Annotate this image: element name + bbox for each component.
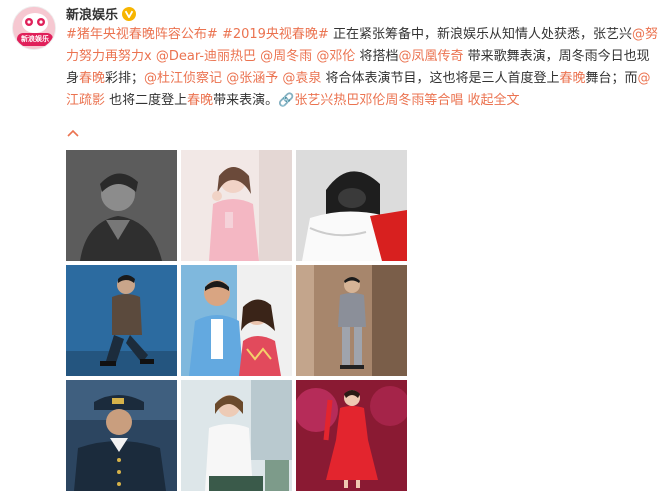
- mention-link[interactable]: @Dear-迪丽热巴: [156, 49, 256, 64]
- photo-1[interactable]: [66, 150, 177, 261]
- account-name[interactable]: 新浪娱乐: [66, 4, 118, 23]
- collapse-icon[interactable]: [66, 126, 86, 144]
- hashtag-link[interactable]: #猪年央视春晚阵容公布#: [66, 27, 218, 42]
- post-text-fragment: 正在紧张筹备中，新浪娱乐从知情人处获悉，张艺兴: [328, 27, 632, 42]
- photo-4[interactable]: [66, 265, 177, 376]
- post-text-fragment: 将合体表演节目，这也将是三人首度登上: [321, 71, 560, 86]
- mention-link[interactable]: @凤凰传奇: [398, 49, 463, 64]
- photo-5[interactable]: [181, 265, 292, 376]
- hashtag-link[interactable]: #2019央视春晚#: [222, 27, 329, 42]
- account-header: 新浪娱乐: [66, 4, 137, 23]
- account-avatar[interactable]: 新浪娱乐: [12, 6, 56, 50]
- collapse-full-text-link[interactable]: 收起全文: [468, 93, 520, 108]
- video-link[interactable]: 🔗张艺兴热巴邓伦周冬雨等合唱: [278, 93, 463, 108]
- photo-9[interactable]: [296, 380, 407, 491]
- photo-6[interactable]: [296, 265, 407, 376]
- post-text-fragment: 带来表演。: [213, 93, 279, 108]
- chevron-up-icon[interactable]: [66, 127, 80, 141]
- post-text: #猪年央视春晚阵容公布# #2019央视春晚# 正在紧张筹备中，新浪娱乐从知情人…: [66, 24, 660, 112]
- avatar-brand-text: 新浪娱乐: [21, 35, 49, 43]
- keyword-link[interactable]: 春晚: [79, 71, 105, 86]
- post-text-fragment: 将搭档: [355, 49, 399, 64]
- photo-8[interactable]: [181, 380, 292, 491]
- mention-link[interactable]: @杜江侦察记: [144, 71, 222, 86]
- photo-2[interactable]: [181, 150, 292, 261]
- mention-link[interactable]: @邓伦: [316, 49, 355, 64]
- mention-link[interactable]: @袁泉: [282, 71, 321, 86]
- photo-3[interactable]: [296, 150, 407, 261]
- verified-v-icon: [122, 6, 137, 21]
- photo-7[interactable]: [66, 380, 177, 491]
- keyword-link[interactable]: 春晚: [560, 71, 586, 86]
- post-text-fragment: 舞台；而: [585, 71, 638, 86]
- post-text-fragment: 彩排；: [105, 71, 145, 86]
- post-text-fragment: 也将二度登上: [105, 93, 188, 108]
- keyword-link[interactable]: 春晚: [187, 93, 213, 108]
- mention-link[interactable]: @张涵予: [226, 71, 278, 86]
- mention-link[interactable]: @周冬雨: [260, 49, 312, 64]
